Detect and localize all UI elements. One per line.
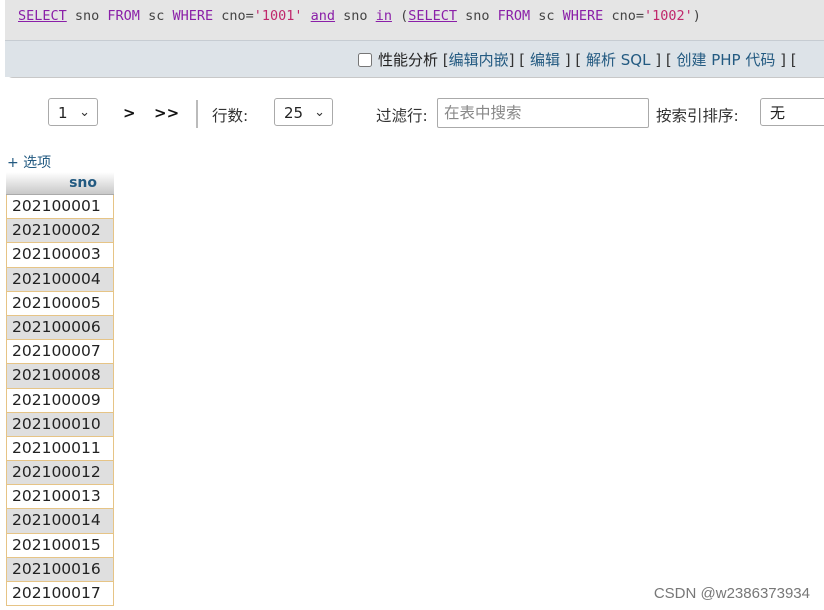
- sql-token: '1001': [253, 8, 303, 24]
- sql-token: (: [391, 8, 409, 24]
- sql-token: sno: [335, 8, 376, 24]
- edit-link[interactable]: 编辑: [530, 51, 560, 69]
- chevron-down-icon: ⌄: [79, 105, 90, 120]
- table-row[interactable]: 202100003: [6, 243, 114, 268]
- table-row[interactable]: 202100005: [6, 291, 114, 316]
- sql-token: and: [310, 8, 336, 24]
- page-select-value: 1: [58, 104, 68, 122]
- sort-by-index-label: 按索引排序:: [656, 107, 739, 125]
- sql-token: SELECT: [18, 8, 67, 24]
- table-row[interactable]: 202100014: [6, 509, 114, 534]
- table-row[interactable]: 202100013: [6, 485, 114, 510]
- filter-label: 过滤行:: [376, 107, 428, 125]
- table-row[interactable]: 202100008: [6, 364, 114, 389]
- table-row[interactable]: 202100001: [6, 195, 114, 220]
- sql-token: FROM: [107, 8, 140, 24]
- chevron-down-icon: ⌄: [314, 105, 325, 120]
- table-body: 202100001 202100002 202100003 202100004 2021…: [6, 195, 114, 607]
- options-link[interactable]: + 选项: [7, 152, 51, 172]
- table-row[interactable]: 202100004: [6, 267, 114, 292]
- table-row[interactable]: 202100011: [6, 436, 114, 462]
- table-row[interactable]: 202100012: [6, 461, 114, 486]
- divider: [196, 100, 198, 128]
- sql-token: sno: [66, 8, 108, 24]
- sql-token: sno: [457, 8, 498, 24]
- sql-toolbar: 性能分析 [编辑内嵌] [ 编辑 ] [ 解析 SQL ] [ 创建 PHP 代…: [5, 40, 824, 77]
- sql-token: '1002': [643, 8, 693, 24]
- filter-search-input[interactable]: 在表中搜索: [437, 98, 649, 128]
- sql-token: in: [375, 8, 392, 24]
- next-page-button[interactable]: >: [123, 104, 136, 122]
- sql-token: WHERE: [172, 8, 214, 24]
- sql-token: cno=: [213, 8, 254, 24]
- sql-query-panel: SELECT sno FROM sc WHERE cno='1001' and …: [5, 0, 824, 78]
- page-select[interactable]: 1 ⌄: [48, 98, 98, 126]
- rows-select-value: 25: [284, 104, 304, 122]
- table-row[interactable]: 202100015: [6, 533, 114, 558]
- result-table: sno 202100001 202100002 202100003 202100004…: [6, 172, 114, 607]
- sql-token: ): [692, 8, 701, 24]
- navigation-row: 1 ⌄ > >> 行数: 25 ⌄ 过滤行: 在表中搜索 按索引排序: 无: [0, 98, 824, 130]
- table-row[interactable]: 202100007: [6, 340, 114, 365]
- profiling-label: 性能分析: [378, 51, 439, 69]
- sql-token: WHERE: [562, 8, 604, 24]
- last-page-button[interactable]: >>: [154, 104, 179, 122]
- sql-actions: 性能分析 [编辑内嵌] [ 编辑 ] [ 解析 SQL ] [ 创建 PHP 代…: [358, 49, 797, 70]
- explain-sql-link[interactable]: 解析 SQL: [586, 51, 650, 69]
- sql-token: sc: [530, 8, 563, 24]
- table-row[interactable]: 202100017: [6, 582, 114, 607]
- sort-by-index-select[interactable]: 无: [760, 98, 824, 126]
- inline-edit-link[interactable]: 编辑内嵌: [449, 51, 509, 69]
- column-header-sno[interactable]: sno: [6, 172, 114, 195]
- sql-token: sc: [139, 8, 173, 24]
- table-row[interactable]: 202100009: [6, 388, 114, 413]
- table-row[interactable]: 202100002: [6, 219, 114, 244]
- sql-token: FROM: [497, 8, 531, 24]
- table-row[interactable]: 202100016: [6, 557, 114, 582]
- sql-token: SELECT: [408, 8, 457, 24]
- rows-per-page-select[interactable]: 25 ⌄: [274, 98, 333, 126]
- table-row[interactable]: 202100006: [6, 315, 114, 341]
- create-php-code-link[interactable]: 创建 PHP 代码: [676, 51, 775, 69]
- table-row[interactable]: 202100010: [6, 412, 114, 437]
- sort-select-value: 无: [770, 104, 786, 122]
- watermark: CSDN @w2386373934: [653, 585, 810, 602]
- profiling-checkbox[interactable]: [358, 53, 372, 67]
- sql-token: cno=: [603, 8, 644, 24]
- sql-query-text[interactable]: SELECT sno FROM sc WHERE cno='1001' and …: [18, 8, 701, 24]
- rows-label: 行数:: [212, 107, 249, 125]
